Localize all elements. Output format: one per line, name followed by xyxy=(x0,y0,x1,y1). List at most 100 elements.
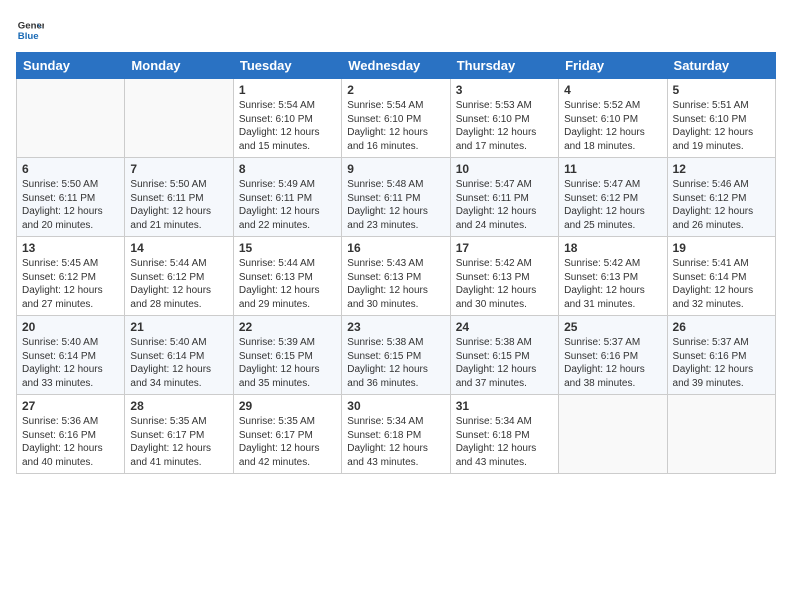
day-info: Sunrise: 5:44 AM Sunset: 6:13 PM Dayligh… xyxy=(239,257,336,311)
day-info: Sunrise: 5:40 AM Sunset: 6:14 PM Dayligh… xyxy=(130,336,227,390)
calendar-day-cell: 3Sunrise: 5:53 AM Sunset: 6:10 PM Daylig… xyxy=(450,79,558,158)
calendar-day-cell: 28 Sunrise: 5:35 AM Sunset: 6:17 PM Dayli… xyxy=(125,395,233,474)
day-number: 15 xyxy=(239,241,336,255)
day-of-week-header: Wednesday xyxy=(342,53,450,79)
svg-text:General: General xyxy=(18,20,44,31)
day-info: Sunrise: 5:41 AM Sunset: 6:14 PM Dayligh… xyxy=(673,257,770,311)
day-number: 8 xyxy=(239,162,336,176)
day-info: Sunrise: 5:43 AM Sunset: 6:13 PM Dayligh… xyxy=(347,257,444,311)
calendar-day-cell: 16 Sunrise: 5:43 AM Sunset: 6:13 PM Dayli… xyxy=(342,237,450,316)
logo: General Blue xyxy=(16,16,44,44)
day-number: 7 xyxy=(130,162,227,176)
day-info: Sunrise: 5:49 AM Sunset: 6:11 PM Dayligh… xyxy=(239,178,336,232)
day-number: 30 xyxy=(347,399,444,413)
calendar-day-cell: 7 Sunrise: 5:50 AM Sunset: 6:11 PM Daylig… xyxy=(125,158,233,237)
day-number: 19 xyxy=(673,241,770,255)
calendar-day-cell: 31 Sunrise: 5:34 AM Sunset: 6:18 PM Dayli… xyxy=(450,395,558,474)
calendar-header-row: SundayMondayTuesdayWednesdayThursdayFrid… xyxy=(17,53,776,79)
calendar-day-cell: 18 Sunrise: 5:42 AM Sunset: 6:13 PM Dayli… xyxy=(559,237,667,316)
day-number: 5 xyxy=(673,83,770,97)
day-info: Sunrise: 5:48 AM Sunset: 6:11 PM Dayligh… xyxy=(347,178,444,232)
calendar-day-cell xyxy=(125,79,233,158)
calendar-day-cell: 22 Sunrise: 5:39 AM Sunset: 6:15 PM Dayli… xyxy=(233,316,341,395)
day-of-week-header: Thursday xyxy=(450,53,558,79)
calendar-day-cell: 27Sunrise: 5:36 AM Sunset: 6:16 PM Dayli… xyxy=(17,395,125,474)
calendar-day-cell: 1 Sunrise: 5:54 AM Sunset: 6:10 PM Daylig… xyxy=(233,79,341,158)
day-info: Sunrise: 5:51 AM Sunset: 6:10 PM Dayligh… xyxy=(673,99,770,153)
day-info: Sunrise: 5:35 AM Sunset: 6:17 PM Dayligh… xyxy=(130,415,227,469)
calendar-day-cell: 2Sunrise: 5:54 AM Sunset: 6:10 PM Daylig… xyxy=(342,79,450,158)
day-info: Sunrise: 5:47 AM Sunset: 6:12 PM Dayligh… xyxy=(564,178,661,232)
day-of-week-header: Sunday xyxy=(17,53,125,79)
calendar-table: SundayMondayTuesdayWednesdayThursdayFrid… xyxy=(16,52,776,474)
day-info: Sunrise: 5:37 AM Sunset: 6:16 PM Dayligh… xyxy=(564,336,661,390)
calendar-day-cell: 21Sunrise: 5:40 AM Sunset: 6:14 PM Dayli… xyxy=(125,316,233,395)
calendar-day-cell: 14Sunrise: 5:44 AM Sunset: 6:12 PM Dayli… xyxy=(125,237,233,316)
day-number: 1 xyxy=(239,83,336,97)
day-number: 24 xyxy=(456,320,553,334)
calendar-day-cell: 5 Sunrise: 5:51 AM Sunset: 6:10 PM Daylig… xyxy=(667,79,775,158)
calendar-day-cell: 26Sunrise: 5:37 AM Sunset: 6:16 PM Dayli… xyxy=(667,316,775,395)
day-number: 6 xyxy=(22,162,119,176)
day-number: 29 xyxy=(239,399,336,413)
day-info: Sunrise: 5:53 AM Sunset: 6:10 PM Dayligh… xyxy=(456,99,553,153)
calendar-week-row: 1 Sunrise: 5:54 AM Sunset: 6:10 PM Daylig… xyxy=(17,79,776,158)
day-info: Sunrise: 5:52 AM Sunset: 6:10 PM Dayligh… xyxy=(564,99,661,153)
day-number: 27 xyxy=(22,399,119,413)
day-number: 11 xyxy=(564,162,661,176)
day-number: 20 xyxy=(22,320,119,334)
day-number: 28 xyxy=(130,399,227,413)
day-info: Sunrise: 5:42 AM Sunset: 6:13 PM Dayligh… xyxy=(564,257,661,311)
calendar-day-cell: 12Sunrise: 5:46 AM Sunset: 6:12 PM Dayli… xyxy=(667,158,775,237)
day-number: 16 xyxy=(347,241,444,255)
day-number: 14 xyxy=(130,241,227,255)
calendar-day-cell: 9 Sunrise: 5:48 AM Sunset: 6:11 PM Daylig… xyxy=(342,158,450,237)
calendar-day-cell xyxy=(667,395,775,474)
day-info: Sunrise: 5:37 AM Sunset: 6:16 PM Dayligh… xyxy=(673,336,770,390)
day-info: Sunrise: 5:50 AM Sunset: 6:11 PM Dayligh… xyxy=(22,178,119,232)
day-number: 18 xyxy=(564,241,661,255)
day-info: Sunrise: 5:40 AM Sunset: 6:14 PM Dayligh… xyxy=(22,336,119,390)
day-info: Sunrise: 5:42 AM Sunset: 6:13 PM Dayligh… xyxy=(456,257,553,311)
calendar-day-cell: 29 Sunrise: 5:35 AM Sunset: 6:17 PM Dayli… xyxy=(233,395,341,474)
day-info: Sunrise: 5:39 AM Sunset: 6:15 PM Dayligh… xyxy=(239,336,336,390)
day-info: Sunrise: 5:34 AM Sunset: 6:18 PM Dayligh… xyxy=(347,415,444,469)
calendar-day-cell: 10 Sunrise: 5:47 AM Sunset: 6:11 PM Dayli… xyxy=(450,158,558,237)
calendar-day-cell: 15 Sunrise: 5:44 AM Sunset: 6:13 PM Dayli… xyxy=(233,237,341,316)
day-info: Sunrise: 5:50 AM Sunset: 6:11 PM Dayligh… xyxy=(130,178,227,232)
day-info: Sunrise: 5:35 AM Sunset: 6:17 PM Dayligh… xyxy=(239,415,336,469)
day-number: 4 xyxy=(564,83,661,97)
day-number: 12 xyxy=(673,162,770,176)
day-number: 2 xyxy=(347,83,444,97)
calendar-day-cell: 24Sunrise: 5:38 AM Sunset: 6:15 PM Dayli… xyxy=(450,316,558,395)
day-number: 25 xyxy=(564,320,661,334)
day-info: Sunrise: 5:34 AM Sunset: 6:18 PM Dayligh… xyxy=(456,415,553,469)
day-info: Sunrise: 5:47 AM Sunset: 6:11 PM Dayligh… xyxy=(456,178,553,232)
day-number: 31 xyxy=(456,399,553,413)
calendar-week-row: 6 Sunrise: 5:50 AM Sunset: 6:11 PM Daylig… xyxy=(17,158,776,237)
day-number: 10 xyxy=(456,162,553,176)
calendar-day-cell: 17 Sunrise: 5:42 AM Sunset: 6:13 PM Dayli… xyxy=(450,237,558,316)
day-of-week-header: Friday xyxy=(559,53,667,79)
day-number: 23 xyxy=(347,320,444,334)
day-number: 22 xyxy=(239,320,336,334)
calendar-day-cell: 11 Sunrise: 5:47 AM Sunset: 6:12 PM Dayli… xyxy=(559,158,667,237)
calendar-day-cell: 30 Sunrise: 5:34 AM Sunset: 6:18 PM Dayli… xyxy=(342,395,450,474)
day-info: Sunrise: 5:54 AM Sunset: 6:10 PM Dayligh… xyxy=(239,99,336,153)
calendar-day-cell: 13Sunrise: 5:45 AM Sunset: 6:12 PM Dayli… xyxy=(17,237,125,316)
day-of-week-header: Saturday xyxy=(667,53,775,79)
calendar-day-cell: 19 Sunrise: 5:41 AM Sunset: 6:14 PM Dayli… xyxy=(667,237,775,316)
calendar-day-cell: 20 Sunrise: 5:40 AM Sunset: 6:14 PM Dayli… xyxy=(17,316,125,395)
day-number: 17 xyxy=(456,241,553,255)
calendar-week-row: 20 Sunrise: 5:40 AM Sunset: 6:14 PM Dayli… xyxy=(17,316,776,395)
day-info: Sunrise: 5:45 AM Sunset: 6:12 PM Dayligh… xyxy=(22,257,119,311)
calendar-day-cell: 23 Sunrise: 5:38 AM Sunset: 6:15 PM Dayli… xyxy=(342,316,450,395)
day-info: Sunrise: 5:38 AM Sunset: 6:15 PM Dayligh… xyxy=(347,336,444,390)
svg-text:Blue: Blue xyxy=(18,31,39,42)
calendar-day-cell: 25 Sunrise: 5:37 AM Sunset: 6:16 PM Dayli… xyxy=(559,316,667,395)
calendar-day-cell: 4 Sunrise: 5:52 AM Sunset: 6:10 PM Daylig… xyxy=(559,79,667,158)
calendar-week-row: 27Sunrise: 5:36 AM Sunset: 6:16 PM Dayli… xyxy=(17,395,776,474)
calendar-day-cell xyxy=(559,395,667,474)
day-number: 9 xyxy=(347,162,444,176)
day-of-week-header: Monday xyxy=(125,53,233,79)
